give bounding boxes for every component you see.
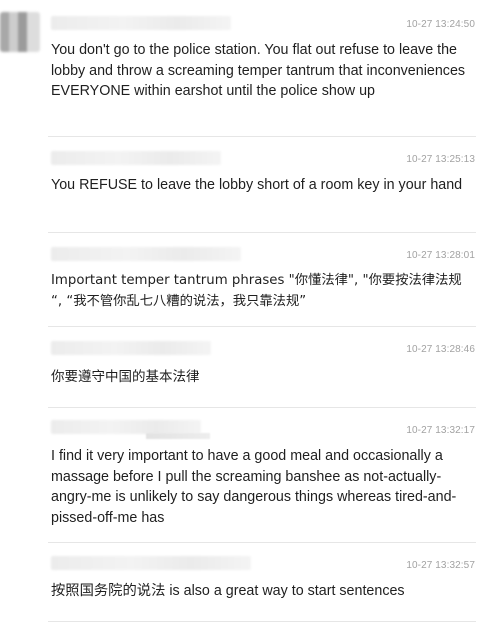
message-timestamp: 10-27 13:25:13 (406, 154, 475, 165)
message-text: Important temper tantrum phrases "你懂法律",… (51, 273, 462, 309)
message-timestamp: 10-27 13:32:57 (406, 560, 475, 571)
redacted-detail (146, 433, 210, 439)
message-text: 你要遵守中国的基本法律 (51, 369, 200, 385)
message-item: 10-27 13:25:13 You REFUSE to leave the l… (48, 137, 476, 231)
message-item: 10-27 13:32:17 I find it very important … (48, 408, 476, 542)
sender-name-redacted (51, 151, 221, 165)
message-item: 10-27 13:28:01 Important temper tantrum … (48, 233, 476, 325)
message-item: 10-27 13:32:57 按照国务院的说法 is also a great … (48, 543, 476, 621)
message-timestamp: 10-27 13:32:17 (406, 425, 475, 436)
message-text: You don't go to the police station. You … (51, 42, 466, 99)
message-divider (48, 621, 476, 622)
sender-name-redacted (51, 341, 211, 355)
message-text: I find it very important to have a good … (51, 448, 457, 526)
message-timestamp: 10-27 13:24:50 (406, 19, 475, 30)
sender-name-redacted (51, 556, 251, 570)
sender-name-redacted (51, 16, 231, 30)
message-item: 10-27 13:28:46 你要遵守中国的基本法律 (48, 327, 476, 407)
message-text: You REFUSE to leave the lobby short of a… (51, 177, 463, 193)
sender-name-redacted (51, 247, 241, 261)
message-thread: 10-27 13:24:50 You don't go to the polic… (0, 0, 490, 631)
sender-name-redacted (51, 420, 201, 434)
message-timestamp: 10-27 13:28:46 (406, 344, 475, 355)
message-timestamp: 10-27 13:28:01 (406, 250, 475, 261)
message-item: 10-27 13:24:50 You don't go to the polic… (48, 0, 476, 136)
message-text: 按照国务院的说法 is also a great way to start se… (51, 583, 405, 599)
avatar[interactable] (0, 12, 40, 52)
